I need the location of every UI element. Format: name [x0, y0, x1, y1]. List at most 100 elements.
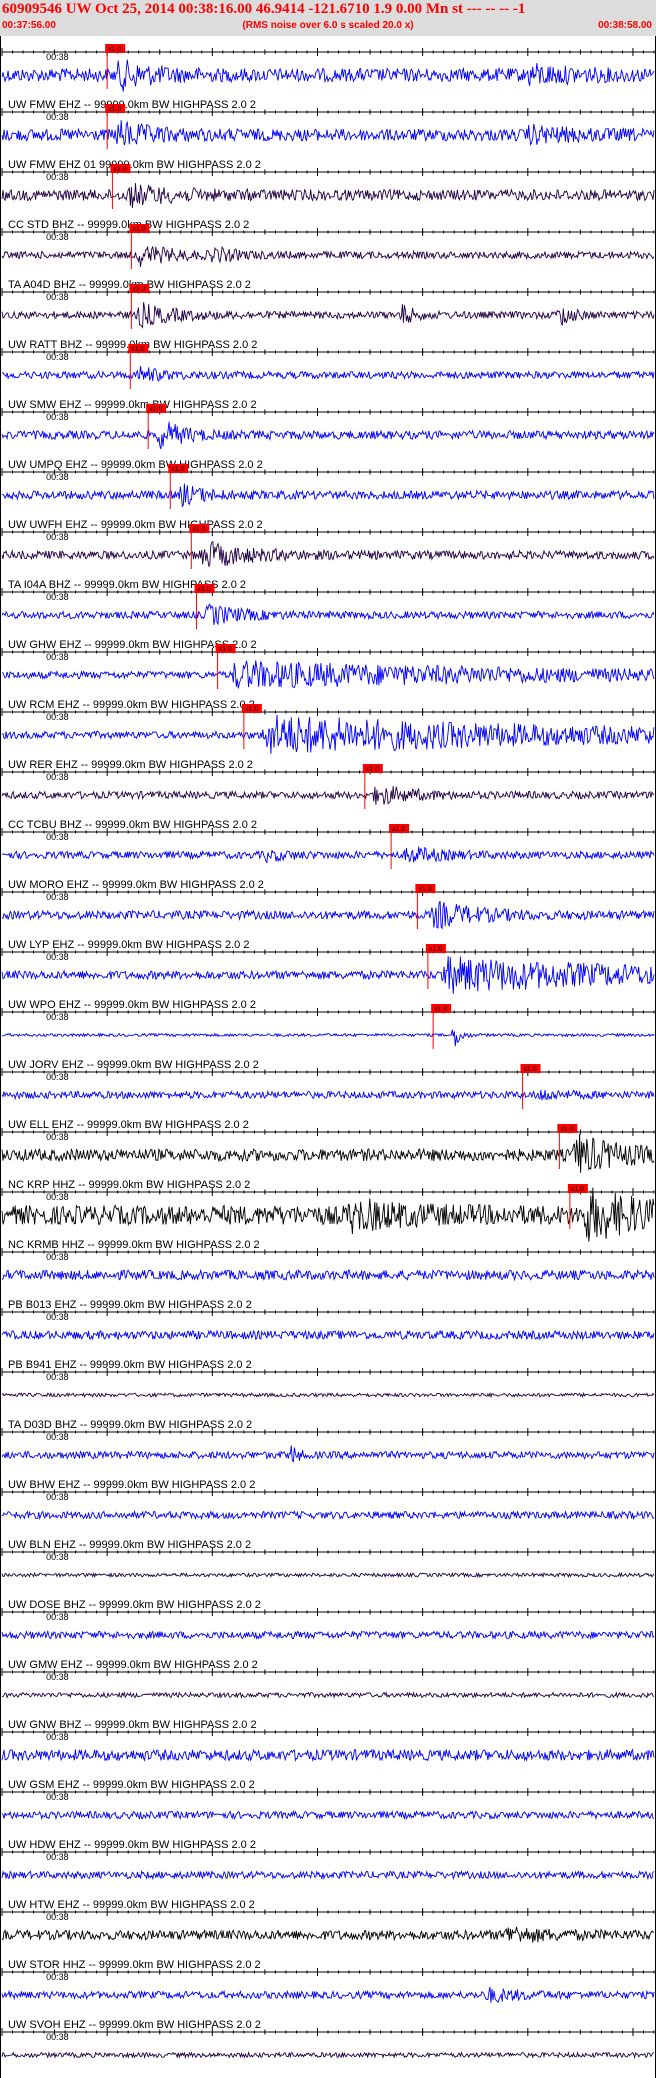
pick-label: x1.0	[198, 586, 211, 593]
plot-header: 60909546 UW Oct 25, 2014 00:38:16.00 46.…	[0, 0, 656, 36]
station-label: PB B941 EHZ -- 99999.0km BW HIGHPASS 2.0…	[8, 1359, 252, 1371]
pick-label: x1.0	[192, 526, 205, 533]
minute-label: 00:38	[46, 1192, 69, 1202]
minute-label: 00:38	[46, 1312, 69, 1322]
waveform	[1, 302, 655, 329]
minute-label: 00:38	[46, 1072, 69, 1082]
waveform	[1, 2050, 655, 2060]
pick-label: x1.0	[132, 226, 145, 233]
waveform	[1, 1268, 655, 1282]
minute-label: 00:38	[46, 1612, 69, 1622]
waveform	[1, 1629, 655, 1640]
scale-note: (RMS noise over 6.0 s scaled 20.0 x)	[242, 20, 414, 31]
station-label: UW SMW EHZ -- 99999.0km BW HIGHPASS 2.0 …	[8, 399, 257, 411]
station-label: UW MORO EHZ -- 99999.0km BW HIGHPASS 2.0…	[8, 879, 264, 891]
pick-label: x1.0	[131, 346, 144, 353]
waveform	[1, 1187, 655, 1242]
waveform	[1, 1869, 655, 1881]
waveform	[1, 1748, 655, 1762]
minute-label: 00:38	[46, 1972, 69, 1982]
station-label: UW SVOH EHZ -- 99999.0km BW HIGHPASS 2.0…	[8, 2019, 261, 2031]
minute-label: 00:38	[46, 1252, 69, 1262]
waveform	[1, 1986, 655, 2004]
waveform	[1, 1926, 655, 1943]
seismogram-plot: 00:38x1.0UW FMW EHZ -- 99999.0km BW HIGH…	[0, 36, 656, 2078]
minute-label: 00:38	[46, 472, 69, 482]
waveform	[1, 245, 655, 268]
pick-label: x1.0	[245, 706, 258, 713]
pick-label: x1.0	[108, 106, 121, 113]
waveform	[1, 1445, 655, 1463]
waveform	[1, 1029, 655, 1047]
minute-label: 00:38	[46, 1492, 69, 1502]
minute-label: 00:38	[46, 1432, 69, 1442]
station-label: UW UWFH EHZ -- 99999.0km BW HIGHPASS 2.0…	[8, 519, 263, 531]
pick-label: x1.0	[434, 1006, 447, 1013]
station-label: UW BHW EHZ -- 99999.0km BW HIGHPASS 2.0 …	[8, 1479, 255, 1491]
station-label: UW GMW EHZ -- 99999.0km BW HIGHPASS 2.0 …	[8, 1659, 258, 1671]
minute-label: 00:38	[46, 832, 69, 842]
waveform	[1, 1691, 655, 1700]
waveform	[1, 956, 655, 994]
event-title: 60909546 UW Oct 25, 2014 00:38:16.00 46.…	[2, 1, 526, 17]
station-label: NC KRMB HHZ -- 99999.0km BW HIGHPASS 2.0…	[8, 1239, 260, 1251]
pick-label: x1.0	[524, 1066, 537, 1073]
end-time: 00:38:58.00	[598, 20, 652, 31]
pick-label: x1.0	[132, 286, 145, 293]
waveform	[1, 846, 655, 864]
minute-label: 00:38	[46, 652, 69, 662]
minute-label: 00:38	[46, 1372, 69, 1382]
waveform	[1, 1571, 655, 1579]
station-label: TA D03D BHZ -- 99999.0km BW HIGHPASS 2.0…	[8, 1419, 252, 1431]
minute-label: 00:38	[46, 352, 69, 362]
waveform	[1, 183, 655, 208]
station-label: CC TCBU BHZ -- 99999.0km BW HIGHPASS 2.0…	[8, 819, 257, 831]
waveform	[1, 1809, 655, 1821]
minute-label: 00:38	[46, 232, 69, 242]
waveform	[1, 660, 655, 689]
minute-label: 00:38	[46, 112, 69, 122]
pick-label: x1.0	[219, 646, 232, 653]
station-label: UW RER EHZ -- 99999.0km BW HIGHPASS 2.0 …	[8, 759, 253, 771]
minute-label: 00:38	[46, 1012, 69, 1022]
waveform	[1, 900, 655, 930]
minute-label: 00:38	[46, 1672, 69, 1682]
waveform	[1, 1391, 655, 1399]
waveform	[1, 483, 655, 508]
minute-label: 00:38	[46, 1552, 69, 1562]
waveform	[1, 540, 655, 568]
minute-label: 00:38	[46, 952, 69, 962]
station-label: UW GNW BHZ -- 99999.0km BW HIGHPASS 2.0 …	[8, 1719, 257, 1731]
station-label: CC STD BHZ -- 99999.0km BW HIGHPASS 2.0 …	[8, 219, 249, 231]
minute-label: 00:38	[46, 1792, 69, 1802]
minute-label: 00:38	[46, 1132, 69, 1142]
minute-label: 00:38	[46, 1912, 69, 1922]
waveform	[1, 421, 655, 450]
pick-label: x1.0	[366, 766, 379, 773]
station-label: UW JORV EHZ -- 99999.0km BW HIGHPASS 2.0…	[8, 1059, 259, 1071]
waveform	[1, 1329, 655, 1341]
station-label: UW RCM EHZ -- 99999.0km BW HIGHPASS 2.0 …	[8, 699, 255, 711]
minute-label: 00:38	[46, 1732, 69, 1742]
station-label: NC KRP HHZ -- 99999.0km BW HIGHPASS 2.0 …	[8, 1179, 250, 1191]
station-label: UW UMPQ EHZ -- 99999.0km BW HIGHPASS 2.0…	[8, 459, 263, 471]
waveform	[1, 714, 655, 754]
station-label: UW BLN EHZ -- 99999.0km BW HIGHPASS 2.0 …	[8, 1539, 251, 1551]
waveform	[1, 1134, 655, 1173]
pick-label: x1.0	[392, 826, 405, 833]
waveform	[1, 1509, 655, 1521]
station-label: PB B013 EHZ -- 99999.0km BW HIGHPASS 2.0…	[8, 1299, 252, 1311]
minute-label: 00:38	[46, 412, 69, 422]
pick-label: x1.0	[149, 406, 162, 413]
waveform	[1, 366, 655, 382]
minute-label: 00:38	[46, 2032, 69, 2042]
waveform	[1, 1089, 655, 1101]
pick-label: x1.0	[429, 946, 442, 953]
pick-label: x1.0	[560, 1126, 573, 1133]
station-label: UW DOSE BHZ -- 99999.0km BW HIGHPASS 2.0…	[8, 1599, 261, 1611]
pick-label: x1.0	[171, 466, 184, 473]
station-label: UW GSM EHZ -- 99999.0km BW HIGHPASS 2.0 …	[8, 1779, 255, 1791]
minute-label: 00:38	[46, 532, 69, 542]
station-label: UW STOR HHZ -- 99999.0km BW HIGHPASS 2.0…	[8, 1959, 261, 1971]
station-label: UW LYP EHZ -- 99999.0km BW HIGHPASS 2.0 …	[8, 939, 249, 951]
